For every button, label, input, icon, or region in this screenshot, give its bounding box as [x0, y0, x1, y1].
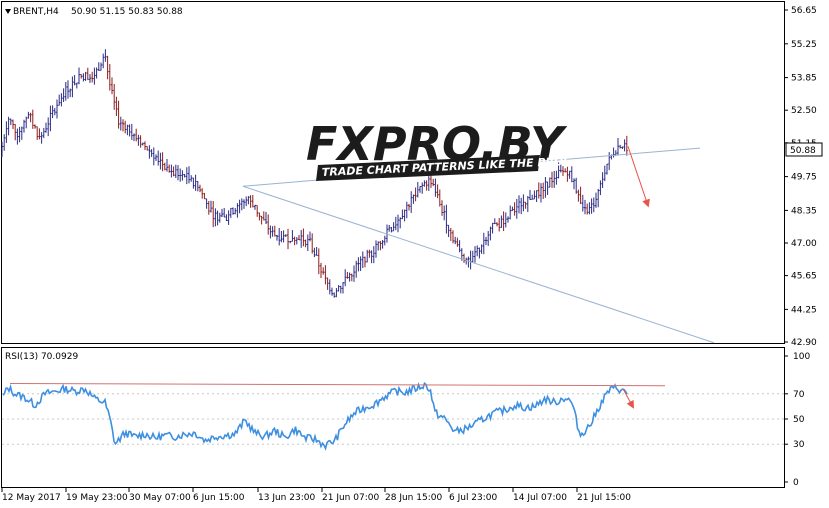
time-tick-label: 21 Jun 07:00 — [322, 493, 379, 503]
rsi-title: RSI(13) 70.0929 — [5, 352, 78, 362]
price-tick-label: 53.85 — [791, 74, 817, 84]
time-tick-label: 12 May 2017 — [2, 493, 61, 503]
rsi-tick-label: 30 — [793, 440, 805, 450]
time-tick-label: 21 Jul 15:00 — [577, 493, 631, 503]
rsi-tick-label: 0 — [793, 478, 799, 488]
time-tick-label: 6 Jul 23:00 — [449, 493, 498, 503]
current-price-label: 50.88 — [790, 146, 816, 156]
chart-title: BRENT,H4 — [13, 7, 59, 17]
time-tick-label: 6 Jun 15:00 — [193, 493, 245, 503]
price-tick-label: 42.90 — [791, 338, 817, 348]
chart-stage: FXPRO.BY TRADE CHART PATTERNS LIKE THE P… — [1, 1, 823, 503]
time-tick-label: 19 May 23:00 — [66, 493, 128, 503]
price-tick-label: 49.75 — [791, 173, 817, 183]
price-tick-label: 44.25 — [791, 305, 817, 315]
time-tick-label: 28 Jun 15:00 — [385, 493, 442, 503]
price-tick-label: 47.00 — [791, 239, 817, 249]
time-tick-label: 14 Jul 07:00 — [513, 493, 567, 503]
rsi-axis: 100 70 50 30 0 — [784, 352, 810, 488]
rsi-tick-label: 70 — [793, 390, 805, 400]
price-tick-label: 55.25 — [791, 40, 817, 50]
time-tick-label: 13 Jun 23:00 — [258, 493, 315, 503]
ohlc-values: 50.90 51.15 50.83 50.88 — [71, 7, 183, 17]
price-tick-label: 52.50 — [791, 106, 817, 116]
time-axis: 12 May 2017 19 May 23:00 30 May 07:00 6 Jun… — [1, 488, 631, 503]
price-axis: 56.6555.2553.8552.5051.1549.7548.3547.00… — [784, 6, 817, 348]
price-tick-label: 48.35 — [791, 206, 817, 216]
rsi-panel — [1, 347, 785, 488]
rsi-tick-label: 50 — [793, 415, 805, 425]
price-tick-label: 45.65 — [791, 272, 817, 282]
current-price-tag: 50.88 — [785, 142, 823, 157]
rsi-tick-label: 100 — [793, 352, 810, 362]
time-tick-label: 30 May 07:00 — [129, 493, 191, 503]
price-tick-label: 56.65 — [791, 6, 817, 16]
